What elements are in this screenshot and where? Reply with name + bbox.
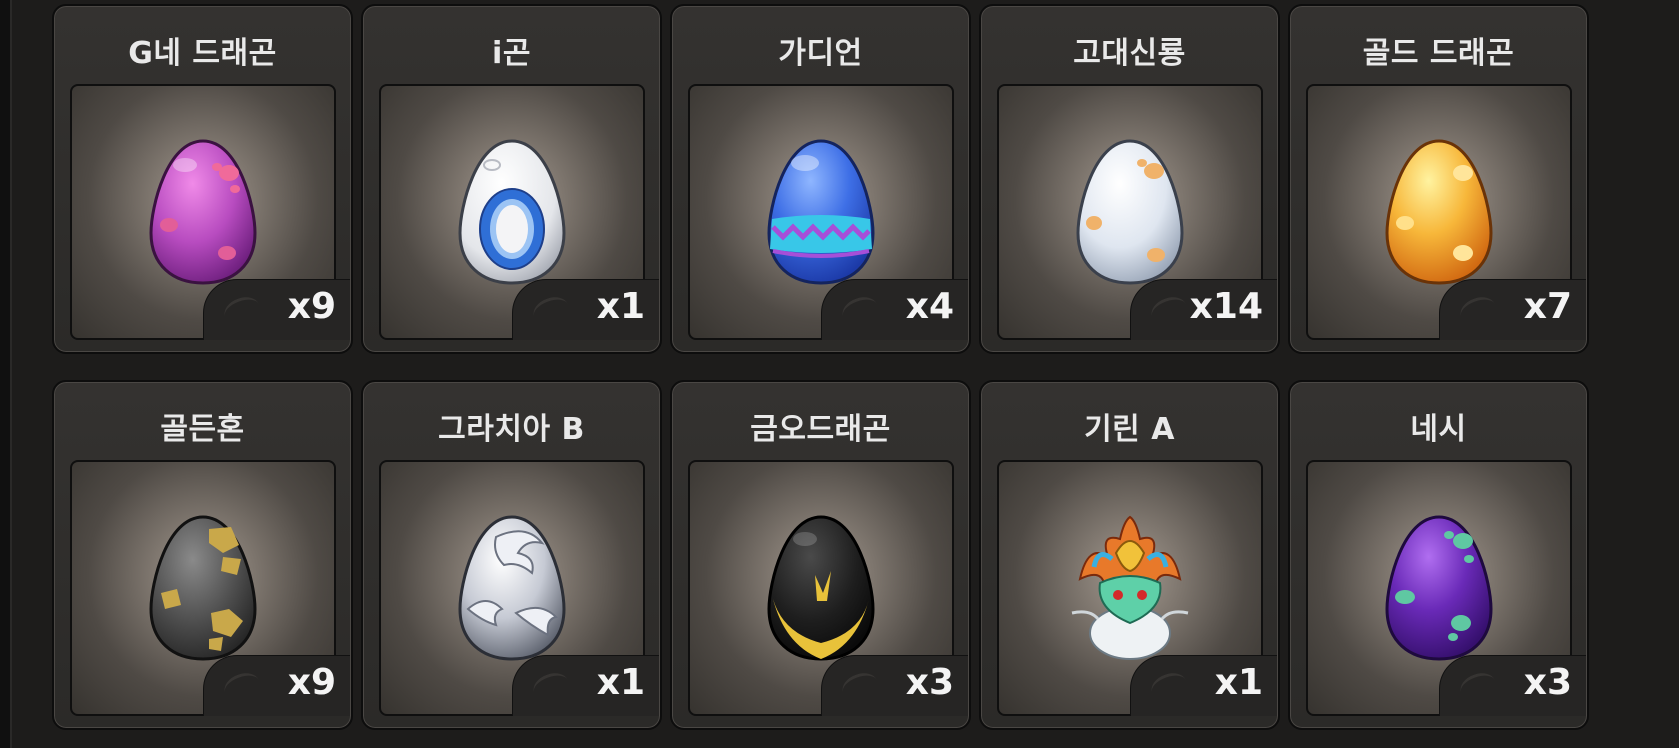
- egg-card-title: 골든혼: [160, 412, 245, 447]
- quantity-badge: x9: [203, 279, 350, 340]
- left-scroll-rail: [0, 0, 12, 748]
- egg-card-slot: x3: [1306, 460, 1586, 716]
- qilin-dragon-head-icon: [1071, 515, 1189, 660]
- egg-card-nessie[interactable]: 네시 x3: [1288, 380, 1589, 730]
- black-gold-egg-icon: [767, 515, 875, 661]
- egg-card-slot: x1: [379, 460, 659, 716]
- quantity-count: x9: [287, 662, 336, 703]
- egg-card-golden-horn[interactable]: 골든혼 x9: [52, 380, 353, 730]
- quantity-count: x7: [1523, 286, 1572, 327]
- white-spotted-egg-icon: [1076, 139, 1184, 285]
- egg-card-title: 고대신룡: [1073, 36, 1186, 71]
- gray-gold-spotted-egg-icon: [149, 515, 257, 661]
- purple-spotted-egg-icon: [149, 139, 257, 285]
- quantity-count: x1: [596, 286, 645, 327]
- egg-card-guardian[interactable]: 가디언 x4: [670, 4, 971, 354]
- egg-card-slot: x7: [1306, 84, 1586, 340]
- gold-spotted-egg-icon: [1385, 139, 1493, 285]
- quantity-count: x3: [1523, 662, 1572, 703]
- egg-card-slot: x3: [688, 460, 968, 716]
- egg-card-i-gon[interactable]: i곤 x1: [361, 4, 662, 354]
- egg-card-geumo-dragon[interactable]: 금오드래곤 x3: [670, 380, 971, 730]
- blue-zigzag-egg-icon: [767, 139, 875, 285]
- egg-card-slot: x9: [70, 460, 350, 716]
- egg-card-slot: x4: [688, 84, 968, 340]
- egg-card-slot: x1: [997, 460, 1277, 716]
- egg-card-title: 그라치아 B: [438, 412, 585, 447]
- quantity-badge: x1: [512, 279, 659, 340]
- quantity-count: x14: [1189, 286, 1263, 327]
- quantity-badge: x3: [821, 655, 968, 716]
- quantity-badge: x3: [1439, 655, 1586, 716]
- quantity-badge: x1: [512, 655, 659, 716]
- quantity-count: x1: [596, 662, 645, 703]
- egg-card-g-dragon[interactable]: G네 드래곤 x9: [52, 4, 353, 354]
- quantity-badge: x14: [1130, 279, 1277, 340]
- egg-card-gratia-b[interactable]: 그라치아 B x1: [361, 380, 662, 730]
- egg-card-title: 금오드래곤: [750, 412, 891, 447]
- egg-card-ancient-dragon[interactable]: 고대신룡 x14: [979, 4, 1280, 354]
- egg-card-gold-dragon[interactable]: 골드 드래곤 x7: [1288, 4, 1589, 354]
- quantity-count: x1: [1214, 662, 1263, 703]
- egg-inventory-grid: G네 드래곤 x9 i곤 x1 가디언 x4 고대신룡 x14 골드 드래곤 x…: [52, 4, 1679, 748]
- quantity-count: x4: [905, 286, 954, 327]
- violet-green-spotted-egg-icon: [1385, 515, 1493, 661]
- egg-card-title: 네시: [1410, 412, 1467, 447]
- quantity-badge: x1: [1130, 655, 1277, 716]
- egg-card-slot: x9: [70, 84, 350, 340]
- quantity-badge: x7: [1439, 279, 1586, 340]
- egg-card-qilin-a[interactable]: 기린 A x1: [979, 380, 1280, 730]
- egg-card-title: G네 드래곤: [128, 36, 277, 71]
- quantity-badge: x9: [203, 655, 350, 716]
- egg-card-slot: x14: [997, 84, 1277, 340]
- quantity-badge: x4: [821, 279, 968, 340]
- egg-card-title: 골드 드래곤: [1362, 36, 1515, 71]
- egg-card-slot: x1: [379, 84, 659, 340]
- egg-card-title: 기린 A: [1084, 412, 1175, 447]
- egg-card-title: i곤: [492, 36, 531, 71]
- silver-swirl-egg-icon: [458, 515, 566, 661]
- egg-card-title: 가디언: [778, 36, 863, 71]
- white-ring-egg-icon: [458, 139, 566, 285]
- quantity-count: x9: [287, 286, 336, 327]
- quantity-count: x3: [905, 662, 954, 703]
